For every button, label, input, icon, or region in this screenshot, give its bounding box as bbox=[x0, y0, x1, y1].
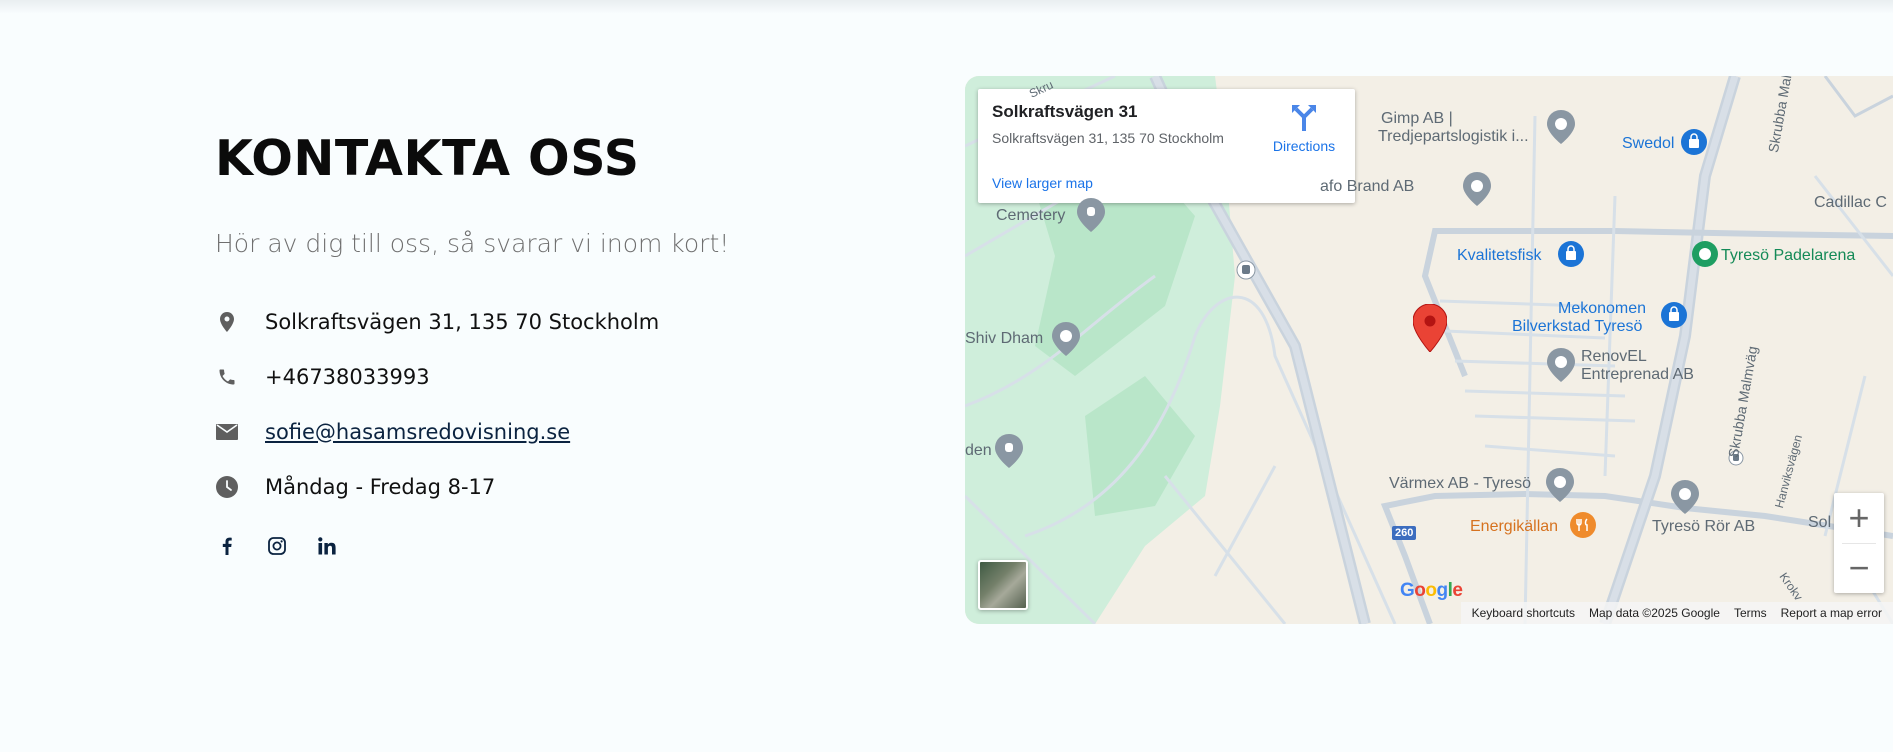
address-row: Solkraftsvägen 31, 135 70 Stockholm bbox=[215, 294, 815, 349]
instagram-icon[interactable] bbox=[265, 534, 289, 558]
address-text: Solkraftsvägen 31, 135 70 Stockholm bbox=[265, 309, 660, 334]
view-larger-map-link[interactable]: View larger map bbox=[992, 175, 1093, 191]
email-row: sofie@hasamsredovisning.se bbox=[215, 404, 815, 459]
map-label-shivdham: Shiv Dham bbox=[965, 330, 1044, 347]
zoom-in-button[interactable]: + bbox=[1834, 493, 1884, 543]
page-subtitle: Hör av dig till oss, så svarar vi inom k… bbox=[215, 229, 730, 258]
place-address: Solkraftsvägen 31, 135 70 Stockholm bbox=[992, 130, 1224, 146]
phone-row: +46738033993 bbox=[215, 349, 815, 404]
map-label-bilverkstad[interactable]: Bilverkstad Tyresö bbox=[1512, 318, 1642, 336]
shopping-bag-icon[interactable] bbox=[1558, 241, 1584, 272]
map-label-tredjepart: Tredjepartslogistik i... bbox=[1378, 128, 1529, 145]
map-label-cadillac: Cadillac C bbox=[1814, 194, 1887, 211]
directions-icon bbox=[1291, 105, 1317, 135]
place-title: Solkraftsvägen 31 bbox=[992, 102, 1138, 121]
location-marker-icon[interactable] bbox=[1412, 303, 1448, 357]
clock-icon bbox=[215, 475, 239, 499]
map-attribution-bar: Keyboard shortcuts Map data ©2025 Google… bbox=[1460, 602, 1893, 624]
map-label-sol: Sol bbox=[1808, 514, 1832, 531]
road-number-badge: 260 bbox=[1392, 526, 1417, 540]
map-label-mekonomen[interactable]: Mekonomen bbox=[1558, 300, 1646, 318]
directions-button[interactable]: Directions bbox=[1263, 103, 1345, 154]
map-label-renovel: RenovEL bbox=[1581, 348, 1647, 365]
grey-pin-icon[interactable] bbox=[1546, 468, 1574, 507]
restaurant-pin-icon[interactable] bbox=[1570, 512, 1596, 543]
header-shadow bbox=[0, 0, 1893, 14]
temple-pin-icon[interactable] bbox=[1052, 322, 1080, 361]
report-error-link[interactable]: Report a map error bbox=[1781, 606, 1882, 620]
google-logo: Google bbox=[1400, 580, 1463, 601]
hours-row: Måndag - Fredag 8-17 bbox=[215, 459, 815, 514]
phone-icon bbox=[215, 365, 239, 389]
hours-text: Måndag - Fredag 8-17 bbox=[265, 474, 496, 499]
location-pin-icon bbox=[215, 310, 239, 334]
zoom-controls: + − bbox=[1834, 493, 1884, 593]
facebook-icon[interactable] bbox=[215, 534, 239, 558]
directions-label: Directions bbox=[1272, 138, 1336, 154]
phone-text: +46738033993 bbox=[265, 364, 430, 389]
map-label-gimp: Gimp AB | bbox=[1381, 110, 1453, 127]
map-label-swedol[interactable]: Swedol bbox=[1622, 135, 1674, 153]
map-label-tyreso-ror: Tyresö Rör AB bbox=[1652, 518, 1756, 535]
grey-pin-icon[interactable] bbox=[1671, 480, 1699, 519]
sports-pin-icon[interactable] bbox=[1692, 241, 1718, 272]
page-title: KONTAKTA OSS bbox=[215, 130, 640, 187]
terms-link[interactable]: Terms bbox=[1734, 606, 1767, 620]
map-label-safo: afo Brand AB bbox=[1320, 178, 1415, 195]
map-label-entreprenad: Entreprenad AB bbox=[1581, 366, 1694, 383]
keyboard-shortcuts-link[interactable]: Keyboard shortcuts bbox=[1472, 606, 1575, 620]
map-label-varmex: Värmex AB - Tyresö bbox=[1389, 475, 1531, 492]
map-label-cemetery: Cemetery bbox=[996, 207, 1066, 224]
map-data-text: Map data ©2025 Google bbox=[1589, 606, 1720, 620]
zoom-out-button[interactable]: − bbox=[1834, 543, 1884, 593]
email-link[interactable]: sofie@hasamsredovisning.se bbox=[265, 420, 570, 444]
satellite-layer-toggle[interactable] bbox=[978, 560, 1028, 610]
contact-info-list: Solkraftsvägen 31, 135 70 Stockholm +467… bbox=[215, 294, 815, 514]
grey-pin-icon[interactable] bbox=[1547, 348, 1575, 387]
social-links bbox=[215, 534, 815, 558]
grey-pin-icon[interactable] bbox=[1463, 172, 1491, 211]
email-icon bbox=[215, 420, 239, 444]
shopping-bag-icon[interactable] bbox=[1681, 129, 1707, 160]
map-label-kvalitetsfisk[interactable]: Kvalitetsfisk bbox=[1457, 247, 1541, 265]
linkedin-icon[interactable] bbox=[315, 534, 339, 558]
cemetery-pin-icon[interactable] bbox=[995, 434, 1023, 473]
shopping-bag-icon[interactable] bbox=[1661, 302, 1687, 333]
map-label-den: den bbox=[965, 442, 992, 459]
contact-section: KONTAKTA OSS Hör av dig till oss, så sva… bbox=[215, 130, 815, 558]
cemetery-pin-icon[interactable] bbox=[1077, 198, 1105, 237]
embedded-map[interactable]: 260 Solkraftsvägen 31 Solkraftsvägen 31,… bbox=[965, 76, 1893, 624]
place-info-card: Solkraftsvägen 31 Solkraftsvägen 31, 135… bbox=[978, 89, 1355, 203]
map-label-padelarena[interactable]: Tyresö Padelarena bbox=[1721, 247, 1855, 265]
zoom-divider bbox=[1842, 543, 1876, 544]
map-label-energikallan[interactable]: Energikällan bbox=[1470, 518, 1558, 536]
grey-pin-icon[interactable] bbox=[1547, 110, 1575, 149]
bus-stop-icon[interactable] bbox=[1236, 260, 1256, 285]
